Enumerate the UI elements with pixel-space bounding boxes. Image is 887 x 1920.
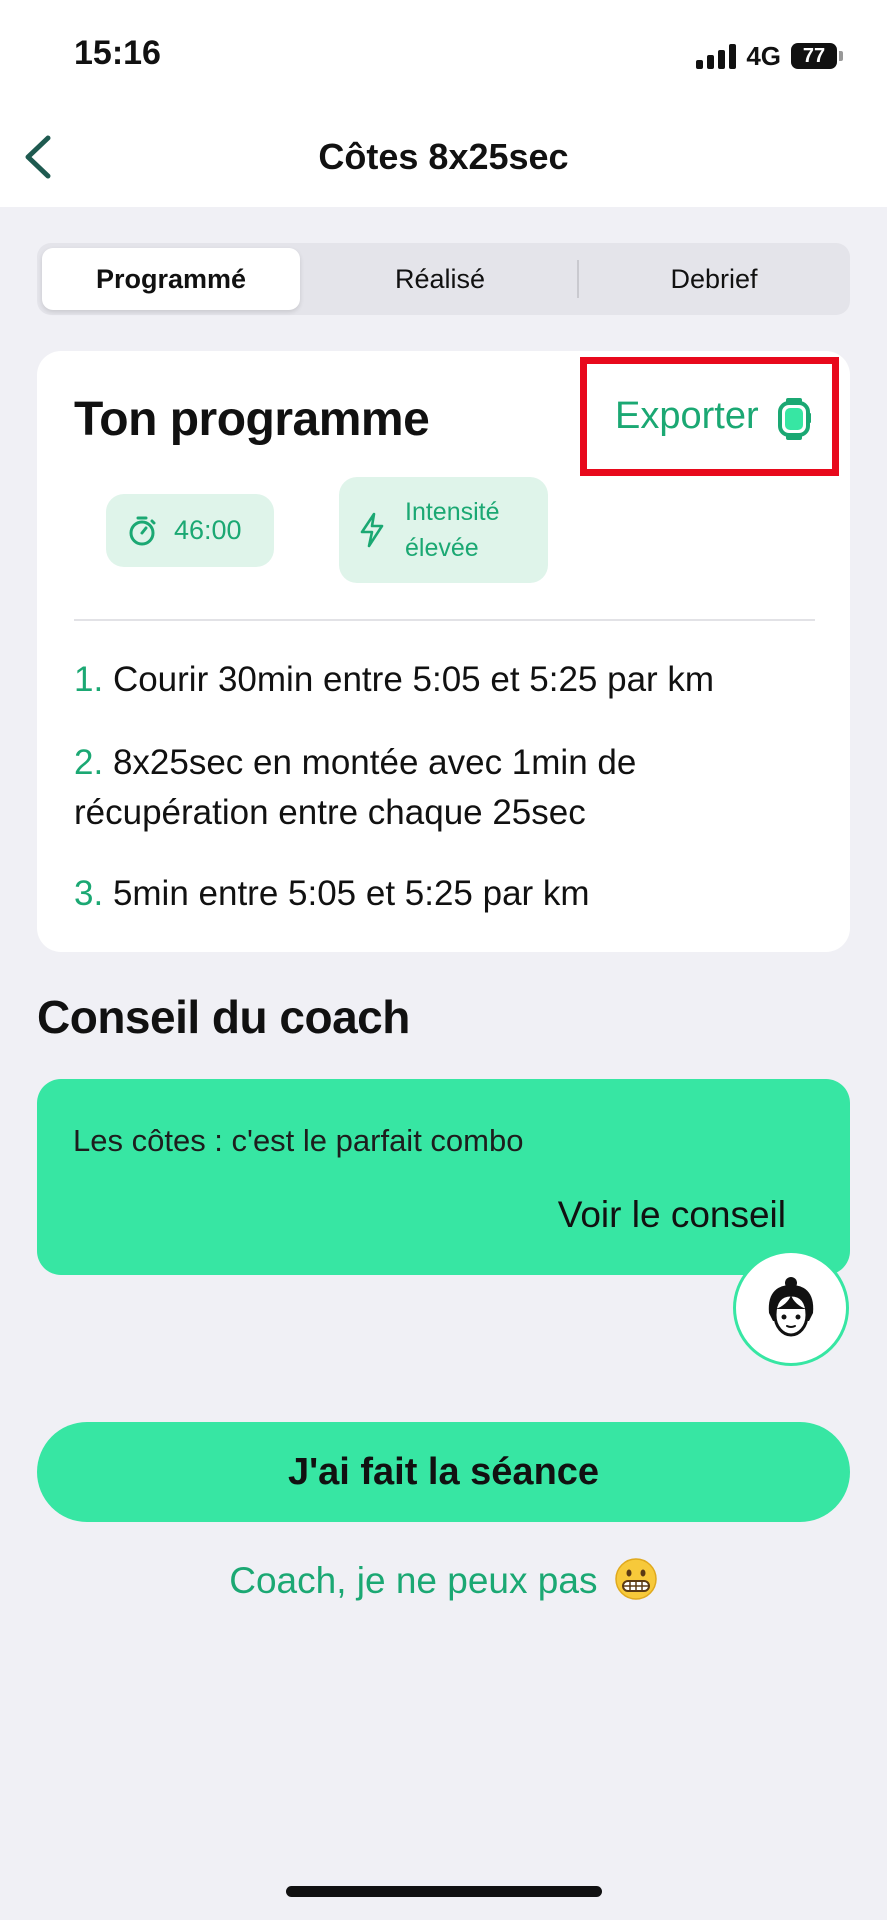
tab-separator bbox=[577, 260, 579, 298]
segmented-tabs: Programmé Réalisé Debrief bbox=[37, 243, 850, 315]
step-text: 8x25sec en montée avec 1min de récupérat… bbox=[74, 743, 637, 832]
see-advice-link[interactable]: Voir le conseil bbox=[558, 1194, 786, 1236]
step-number: 2. bbox=[74, 743, 104, 782]
top-bar: 15:16 4G 77 Côtes 8x25sec bbox=[0, 0, 887, 207]
status-indicators: 4G 77 bbox=[696, 40, 843, 72]
signal-icon bbox=[696, 43, 737, 69]
network-type: 4G bbox=[746, 40, 781, 71]
session-done-button[interactable]: J'ai fait la séance bbox=[37, 1422, 850, 1522]
lightning-icon bbox=[360, 512, 384, 548]
coach-advice-card[interactable]: Les côtes : c'est le parfait combo Voir … bbox=[37, 1079, 850, 1275]
battery-level: 77 bbox=[791, 43, 837, 69]
page-title: Côtes 8x25sec bbox=[318, 136, 569, 177]
program-card: Ton programme Exporter 46:00 Intensité é… bbox=[37, 351, 850, 952]
intensity-line-1: Intensité bbox=[405, 498, 500, 526]
step-text: Courir 30min entre 5:05 et 5:25 par km bbox=[112, 660, 715, 699]
duration-chip: 46:00 bbox=[106, 494, 274, 567]
export-button[interactable]: Exporter bbox=[615, 395, 759, 438]
program-step: 2. 8x25sec en montée avec 1min de récupé… bbox=[74, 738, 834, 838]
step-number: 1. bbox=[74, 660, 104, 699]
coach-avatar-button[interactable] bbox=[733, 1250, 849, 1366]
status-time: 15:16 bbox=[74, 34, 161, 72]
intensity-line-2: élevée bbox=[405, 534, 479, 562]
coach-section-title: Conseil du coach bbox=[37, 991, 410, 1043]
cant-do-session-link[interactable]: Coach, je ne peux pas bbox=[0, 1557, 887, 1602]
cant-do-label: Coach, je ne peux pas bbox=[229, 1560, 598, 1601]
advice-text: Les côtes : c'est le parfait combo bbox=[73, 1123, 524, 1158]
tab-programme[interactable]: Programmé bbox=[42, 248, 300, 310]
grimacing-face-icon bbox=[614, 1558, 657, 1600]
tab-realise[interactable]: Réalisé bbox=[309, 248, 571, 310]
smartwatch-icon[interactable] bbox=[777, 397, 811, 441]
coach-avatar-icon bbox=[768, 1277, 814, 1337]
program-step: 3. 5min entre 5:05 et 5:25 par km bbox=[74, 869, 834, 919]
battery-icon: 77 bbox=[791, 43, 843, 69]
divider bbox=[74, 619, 815, 621]
duration-value: 46:00 bbox=[174, 515, 242, 545]
step-number: 3. bbox=[74, 874, 104, 913]
step-text: 5min entre 5:05 et 5:25 par km bbox=[112, 874, 590, 913]
home-indicator[interactable] bbox=[286, 1886, 602, 1897]
program-title: Ton programme bbox=[74, 393, 430, 446]
program-step: 1. Courir 30min entre 5:05 et 5:25 par k… bbox=[74, 655, 834, 705]
stopwatch-icon bbox=[129, 516, 156, 545]
tab-debrief[interactable]: Debrief bbox=[583, 248, 845, 310]
intensity-chip: Intensité élevée bbox=[339, 477, 548, 583]
intensity-label: Intensité élevée bbox=[405, 494, 525, 566]
